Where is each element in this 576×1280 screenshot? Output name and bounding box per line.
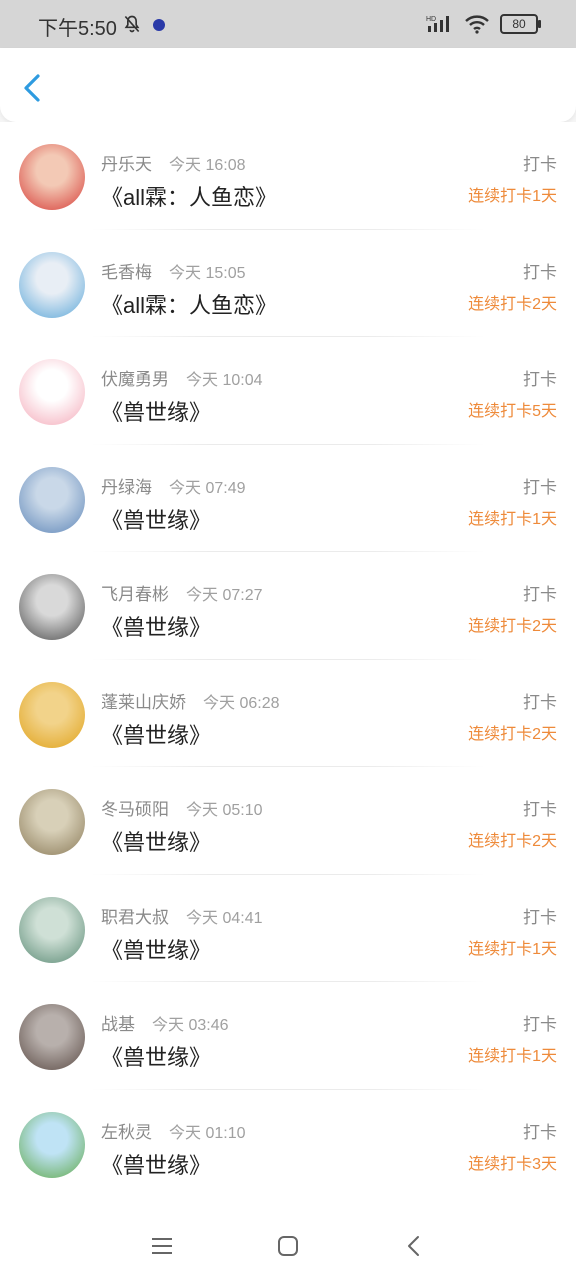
checkin-label: 打卡 (523, 262, 557, 282)
streak-label: 连续打卡1天 (468, 1048, 557, 1065)
checkin-label: 打卡 (523, 155, 557, 174)
user-name[interactable]: 丹绿海 (101, 473, 152, 498)
battery-level: 80 (512, 17, 526, 31)
list-item[interactable]: 毛香梅 今天 15:05 《all霖：人鱼恋》 打卡连续打卡2天 (0, 230, 576, 338)
checkin-label: 打卡 (523, 1015, 557, 1034)
book-title[interactable]: 《兽世缘》 (101, 825, 211, 857)
streak-label: 连续打卡2天 (468, 833, 557, 850)
chevron-left-icon[interactable] (18, 72, 46, 104)
avatar[interactable] (19, 681, 85, 748)
wifi-icon (465, 15, 489, 34)
signal-icon: HD (426, 16, 449, 32)
book-title[interactable]: 《兽世缘》 (101, 1040, 211, 1072)
checkin-list: 丹乐天 今天 16:08 《all霖：人鱼恋》 打卡 连续打卡1天 毛香梅 今天 15:05… (0, 122, 576, 1212)
bottom-nav (0, 1212, 576, 1280)
checkin-time: 今天 16:08 (169, 157, 246, 174)
list-item[interactable]: 伏魔勇男 今天 10:04 《兽世缘》 打卡连续打卡5天 (0, 337, 576, 445)
user-name[interactable]: 战基 (101, 1010, 135, 1035)
notification-dot-icon (153, 19, 165, 31)
book-title[interactable]: 《兽世缘》 (101, 503, 211, 535)
header (0, 48, 576, 122)
checkin-label: 打卡 (523, 370, 557, 389)
user-name[interactable]: 毛香梅 (101, 258, 152, 283)
checkin-time: 今天 05:10 (186, 802, 263, 819)
streak-label: 连续打卡1天 (468, 510, 557, 528)
home-square-icon[interactable] (276, 1234, 300, 1258)
checkin-time: 今天 15:05 (169, 264, 246, 282)
checkin-label: 打卡 (523, 800, 557, 819)
book-title[interactable]: 《all霖：人鱼恋》 (101, 288, 277, 320)
hd-label: HD (426, 16, 436, 23)
avatar[interactable] (19, 1111, 85, 1178)
checkin-label: 打卡 (523, 1122, 557, 1142)
user-name[interactable]: 飞月春彬 (101, 580, 169, 605)
avatar[interactable] (19, 359, 85, 425)
streak-label: 连续打卡1天 (468, 940, 557, 958)
avatar[interactable] (19, 574, 85, 640)
list-item[interactable]: 左秋灵 今天 01:10 《兽世缘》 打卡连续打卡3天 (0, 1090, 576, 1198)
streak-label: 连续打卡3天 (468, 1155, 557, 1173)
checkin-time: 今天 03:46 (152, 1017, 229, 1034)
checkin-time: 今天 04:41 (186, 909, 263, 927)
avatar[interactable] (19, 1004, 85, 1070)
user-name[interactable]: 丹乐天 (101, 150, 152, 175)
checkin-label: 打卡 (523, 477, 557, 497)
book-title[interactable]: 《兽世缘》 (101, 610, 211, 642)
list-item[interactable]: 职君大叔 今天 04:41 《兽世缘》 打卡连续打卡1天 (0, 875, 576, 983)
streak-label: 连续打卡5天 (468, 403, 557, 420)
user-name[interactable]: 蓬莱山庆娇 (101, 688, 186, 713)
list-item[interactable]: 冬马硕阳 今天 05:10 《兽世缘》 打卡连续打卡2天 (0, 767, 576, 875)
list-item[interactable]: 丹乐天 今天 16:08 《all霖：人鱼恋》 打卡连续打卡1天 (0, 122, 576, 230)
battery-icon: 80 (500, 14, 541, 34)
user-name[interactable]: 职君大叔 (101, 903, 169, 928)
checkin-time: 今天 10:04 (186, 372, 263, 389)
checkin-label: 打卡 (523, 692, 557, 712)
streak-label: 连续打卡2天 (468, 725, 557, 743)
streak-label: 连续打卡2天 (468, 618, 557, 635)
avatar[interactable] (19, 144, 85, 210)
list-item[interactable]: 战基 今天 03:46 《兽世缘》 打卡连续打卡1天 (0, 982, 576, 1090)
avatar[interactable] (19, 896, 85, 963)
user-name[interactable]: 伏魔勇男 (101, 365, 169, 390)
streak-label: 连续打卡2天 (468, 295, 557, 313)
avatar[interactable] (19, 466, 85, 533)
book-title[interactable]: 《all霖：人鱼恋》 (101, 180, 277, 212)
list-item[interactable]: 蓬莱山庆娇 今天 06:28 《兽世缘》 打卡连续打卡2天 (0, 660, 576, 768)
book-title[interactable]: 《兽世缘》 (101, 395, 211, 427)
bell-muted-icon (124, 15, 140, 33)
status-bar: 下午5:50 HD 80 (0, 0, 576, 48)
avatar[interactable] (19, 789, 85, 855)
checkin-time: 今天 07:49 (169, 479, 246, 497)
user-name[interactable]: 左秋灵 (101, 1118, 152, 1143)
list-item[interactable]: 飞月春彬 今天 07:27 《兽世缘》 打卡连续打卡2天 (0, 552, 576, 660)
avatar[interactable] (19, 251, 85, 318)
book-title[interactable]: 《兽世缘》 (101, 933, 211, 965)
list-item[interactable]: 丹绿海 今天 07:49 《兽世缘》 打卡连续打卡1天 (0, 445, 576, 553)
checkin-time: 今天 01:10 (169, 1124, 246, 1142)
checkin-time: 今天 07:27 (186, 587, 263, 604)
book-title[interactable]: 《兽世缘》 (101, 1148, 211, 1180)
book-title[interactable]: 《兽世缘》 (101, 718, 211, 750)
status-time: 下午5:50 (38, 18, 117, 40)
status-right: HD 80 (426, 14, 541, 34)
streak-label: 连续打卡1天 (468, 188, 557, 205)
checkin-time: 今天 06:28 (203, 694, 280, 712)
menu-icon[interactable] (150, 1234, 174, 1258)
checkin-label: 打卡 (523, 585, 557, 604)
checkin-label: 打卡 (523, 907, 557, 927)
back-triangle-icon[interactable] (402, 1234, 426, 1258)
user-name[interactable]: 冬马硕阳 (101, 795, 169, 820)
